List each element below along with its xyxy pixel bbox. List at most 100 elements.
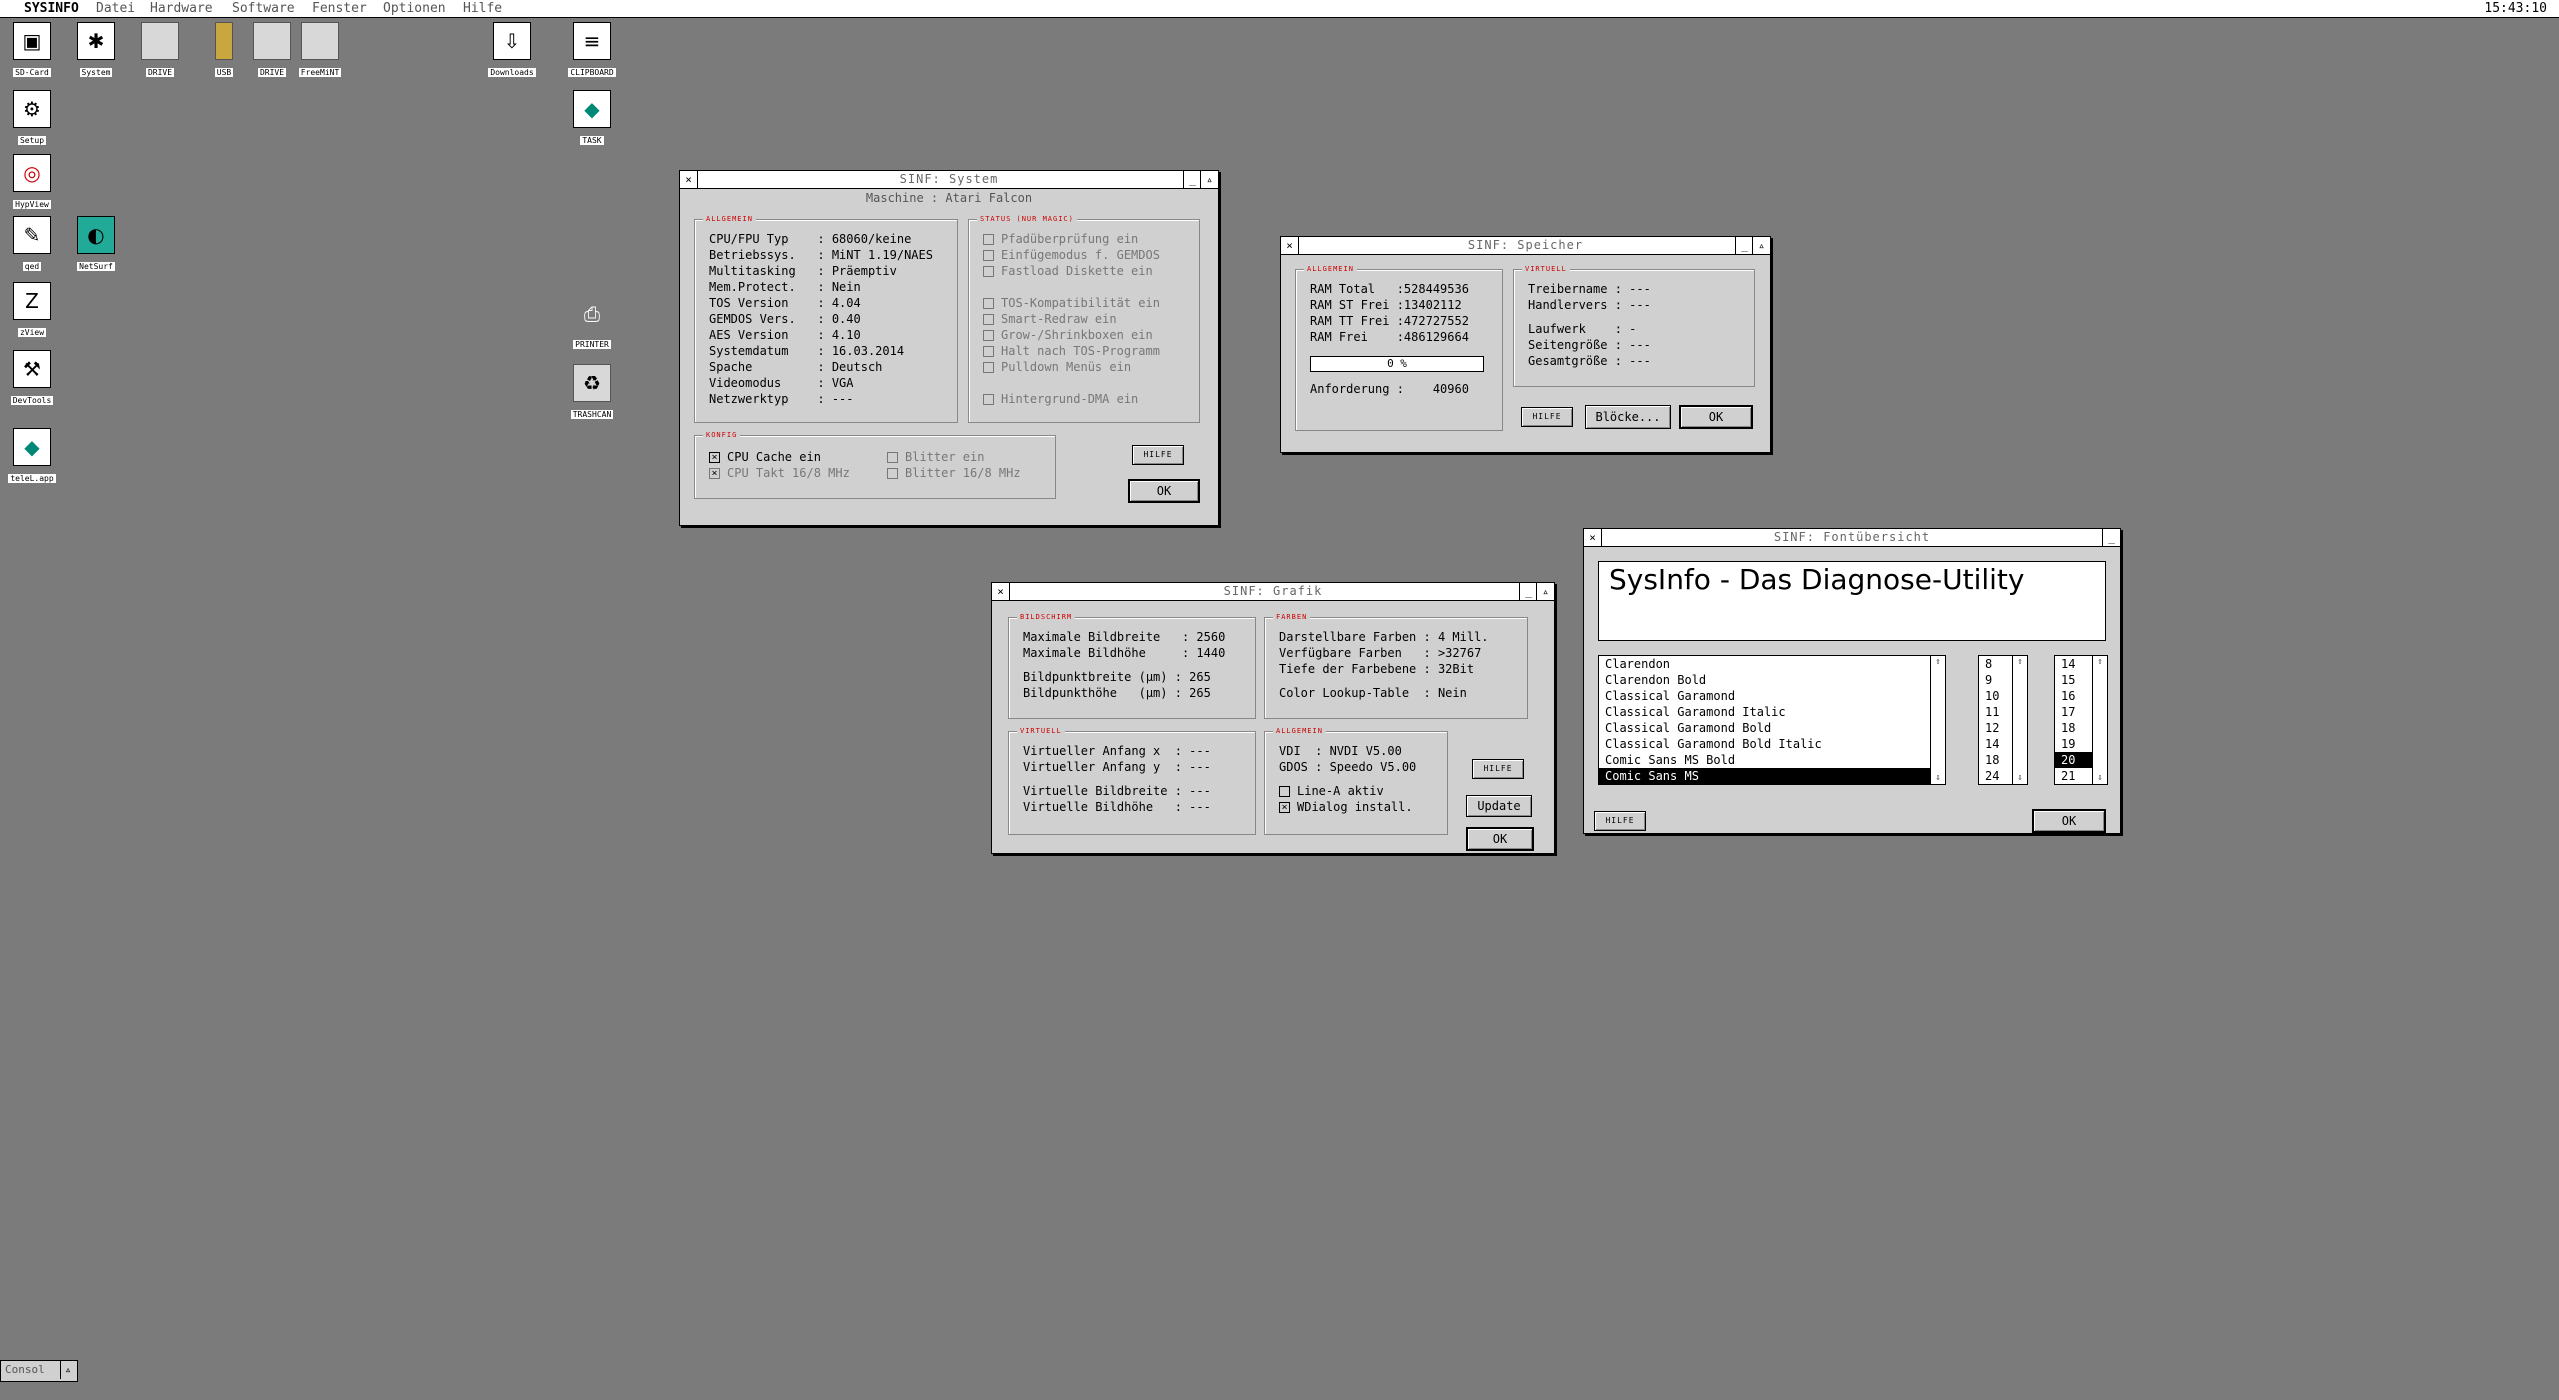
window-title[interactable]: SINF: Grafik — [992, 583, 1554, 601]
row-pixel-height: Bildpunkthöhe (µm) : 265 — [1023, 686, 1211, 700]
help-button[interactable]: HILFE — [1594, 811, 1646, 831]
close-icon[interactable]: × — [992, 583, 1010, 600]
desktop-icon-task[interactable]: ◆ TASK — [560, 90, 624, 147]
list-item[interactable]: Clarendon — [1599, 656, 1945, 672]
ok-button[interactable]: OK — [1466, 827, 1534, 851]
bloecke-button[interactable]: Blöcke... — [1585, 405, 1671, 429]
ok-button[interactable]: OK — [2032, 809, 2106, 833]
cpu-cache-checkbox[interactable]: × — [709, 452, 720, 463]
status-checkbox[interactable] — [983, 266, 994, 277]
row-ram-tt: RAM TT Frei :472727552 — [1310, 314, 1469, 328]
cpu-takt-checkbox[interactable]: × — [709, 468, 720, 479]
status-label: Einfügemodus f. GEMDOS — [1001, 248, 1160, 262]
window-grafik: SINF: Grafik × _ ▵ BILDSCHIRM Maximale B… — [991, 582, 1555, 854]
minimize-icon[interactable]: _ — [1183, 171, 1201, 188]
minimize-icon[interactable]: _ — [1519, 583, 1537, 600]
status-checkbox[interactable] — [983, 362, 994, 373]
group-status: STATUS (NUR MAGIC) Pfadüberprüfung ein E… — [968, 214, 1200, 423]
menu-optionen[interactable]: Optionen — [383, 0, 446, 17]
window-title[interactable]: SINF: Fontübersicht — [1584, 529, 2120, 547]
list-item[interactable]: Classical Garamond — [1599, 688, 1945, 704]
scrollbar[interactable]: ⇧ ⇩ — [2012, 656, 2027, 784]
desktop-icon-hypview[interactable]: ◎ HypView — [0, 154, 64, 211]
desktop-icon-netsurf[interactable]: ◐ NetSurf — [64, 216, 128, 273]
group-title: VIRTUELL — [1017, 726, 1065, 736]
window-title[interactable]: SINF: System — [680, 171, 1218, 189]
window-body: ALLGEMEIN RAM Total :528449536 RAM ST Fr… — [1281, 255, 1770, 452]
menu-app[interactable]: SYSINFO — [24, 0, 79, 17]
linea-checkbox[interactable] — [1279, 786, 1290, 797]
desktop-icon-freemint[interactable]: FreeMiNT — [288, 22, 352, 79]
desktop-icon-setup[interactable]: ⚙ Setup — [0, 90, 64, 147]
desktop-icon-printer[interactable]: ⎙ PRINTER — [560, 296, 624, 351]
desktop-icon-devtools[interactable]: ⚒ DevTools — [0, 350, 64, 407]
menu-hilfe[interactable]: Hilfe — [463, 0, 502, 17]
desktop-icon-qed[interactable]: ✎ qed — [0, 216, 64, 273]
row-max-height: Maximale Bildhöhe : 1440 — [1023, 646, 1226, 660]
font-list[interactable]: Clarendon Clarendon Bold Classical Garam… — [1598, 655, 1946, 785]
close-icon[interactable]: × — [1281, 237, 1299, 254]
row-vdi: VDI : NVDI V5.00 — [1279, 744, 1402, 758]
menu-fenster[interactable]: Fenster — [312, 0, 367, 17]
desktop-icon-downloads[interactable]: ⇩ Downloads — [480, 22, 544, 79]
help-button[interactable]: HILFE — [1132, 445, 1184, 465]
desktop-icon-zview[interactable]: ZzView — [0, 282, 64, 339]
size-list-2[interactable]: 14 15 16 17 18 19 20 21 ⇧ ⇩ — [2054, 655, 2108, 785]
menu-software[interactable]: Software — [232, 0, 295, 17]
row-network: Netzwerktyp : --- — [709, 392, 854, 406]
scroll-up-icon[interactable]: ⇧ — [2093, 656, 2107, 668]
ok-button[interactable]: OK — [1128, 479, 1200, 503]
checkbox-label: Line-A aktiv — [1297, 784, 1384, 798]
desktop-icon-trashcan[interactable]: ♻ TRASHCAN — [560, 364, 624, 421]
taskbar-console[interactable]: Consol ▵ — [0, 1360, 78, 1382]
status-checkbox[interactable] — [983, 330, 994, 341]
help-button[interactable]: HILFE — [1521, 407, 1573, 427]
menu-hardware[interactable]: Hardware — [150, 0, 213, 17]
scroll-up-icon[interactable]: ⇧ — [1931, 656, 1945, 668]
window-title[interactable]: SINF: Speicher — [1281, 237, 1770, 255]
blitter-takt-checkbox[interactable] — [887, 468, 898, 479]
desktop-icon-sdcard[interactable]: ▣ SD-Card — [0, 22, 64, 79]
list-item[interactable]: Classical Garamond Bold Italic — [1599, 736, 1945, 752]
blitter-checkbox[interactable] — [887, 452, 898, 463]
gear-icon: ⚙ — [13, 90, 51, 128]
scrollbar[interactable]: ⇧ ⇩ — [2092, 656, 2107, 784]
fullscreen-icon[interactable]: ▵ — [1536, 583, 1554, 600]
scroll-down-icon[interactable]: ⇩ — [2013, 772, 2027, 784]
status-checkbox[interactable] — [983, 394, 994, 405]
menu-bar: SYSINFO Datei Hardware Software Fenster … — [0, 0, 2559, 18]
fullscreen-icon[interactable]: ▵ — [60, 1361, 75, 1379]
list-item[interactable]: Clarendon Bold — [1599, 672, 1945, 688]
ok-button[interactable]: OK — [1679, 405, 1753, 429]
scrollbar[interactable]: ⇧ ⇩ — [1930, 656, 1945, 784]
status-checkbox[interactable] — [983, 250, 994, 261]
desktop-icon-system[interactable]: ✱ System — [64, 22, 128, 79]
fullscreen-icon[interactable]: ▵ — [1200, 171, 1218, 188]
list-item[interactable]: Comic Sans MS Bold — [1599, 752, 1945, 768]
status-checkbox[interactable] — [983, 298, 994, 309]
list-item-selected[interactable]: Comic Sans MS — [1599, 768, 1945, 784]
minimize-icon[interactable]: _ — [1735, 237, 1753, 254]
desktop-icon-drive[interactable]: DRIVE — [128, 22, 192, 79]
help-button[interactable]: HILFE — [1472, 759, 1524, 779]
list-item[interactable]: Classical Garamond Italic — [1599, 704, 1945, 720]
close-icon[interactable]: × — [1584, 529, 1602, 546]
scroll-down-icon[interactable]: ⇩ — [2093, 772, 2107, 784]
status-checkbox[interactable] — [983, 234, 994, 245]
wdialog-checkbox[interactable]: × — [1279, 802, 1290, 813]
row-clut: Color Lookup-Table : Nein — [1279, 686, 1467, 700]
status-checkbox[interactable] — [983, 346, 994, 357]
row-videomode: Videomodus : VGA — [709, 376, 854, 390]
close-icon[interactable]: × — [680, 171, 698, 188]
fullscreen-icon[interactable]: ▵ — [1752, 237, 1770, 254]
list-item[interactable]: Classical Garamond Bold — [1599, 720, 1945, 736]
scroll-down-icon[interactable]: ⇩ — [1931, 772, 1945, 784]
status-checkbox[interactable] — [983, 314, 994, 325]
menu-datei[interactable]: Datei — [96, 0, 135, 17]
scroll-up-icon[interactable]: ⇧ — [2013, 656, 2027, 668]
minimize-icon[interactable]: _ — [2102, 529, 2120, 546]
update-button[interactable]: Update — [1466, 795, 1532, 817]
size-list-1[interactable]: 8 9 10 11 12 14 18 24 ⇧ ⇩ — [1978, 655, 2028, 785]
desktop-icon-telel[interactable]: ◆ teleL.app — [0, 428, 64, 485]
desktop-icon-clipboard[interactable]: ≡ CLIPBOARD — [560, 22, 624, 79]
